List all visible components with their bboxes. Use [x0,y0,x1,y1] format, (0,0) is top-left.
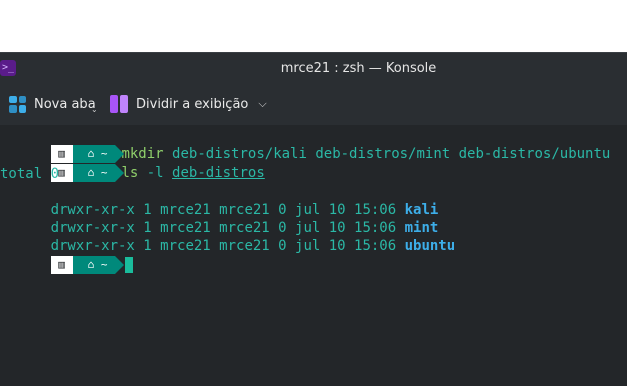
chevron-down-icon[interactable]: ⌵ [258,97,266,111]
toolbar: Nova aba ⌄ Dividir a exibição ⌵ [0,83,627,125]
command-path: deb-distros [172,165,265,181]
entry-name: ubuntu [404,238,456,254]
konsole-window: >_ mrce21 : zsh — Konsole Nova aba ⌄ Div… [0,52,627,386]
title-bar[interactable]: >_ mrce21 : zsh — Konsole [0,52,627,84]
list-item: drwxr-xr-x 1 mrce21 mrce21 0 jul 10 15:0… [0,201,439,236]
new-tab-button[interactable]: Nova aba [9,92,96,116]
new-tab-label: Nova aba [34,96,96,112]
list-item: drwxr-xr-x 1 mrce21 mrce21 0 jul 10 15:0… [0,183,439,218]
prompt: ▥ ⌂ ~ [50,164,125,182]
os-logo-icon: ▥ [50,256,82,274]
terminal-line: ▥ ⌂ ~ mkdir deb-distros/kali deb-distros… [0,127,610,163]
terminal-line: ▥ ⌂ ~ [0,238,134,274]
prompt-dir: ⌂ ~ [72,164,125,182]
split-view-label: Dividir a exibição [136,96,249,112]
terminal-line: ▥ ⌂ ~ ls -l deb-distros [0,146,265,182]
total-line: total 0 [0,166,60,182]
prompt: ▥ ⌂ ~ [50,256,125,274]
text-cursor [125,257,134,273]
window-title: mrce21 : zsh — Konsole [280,61,437,76]
terminal-output[interactable]: ▥ ⌂ ~ mkdir deb-distros/kali deb-distros… [0,125,627,386]
prompt-dir: ⌂ ~ [72,256,125,274]
split-view-icon [110,95,128,113]
new-tab-menu-chevron-icon[interactable]: ⌄ [91,105,98,114]
split-view-button[interactable]: Dividir a exibição ⌵ [110,92,267,116]
list-item: drwxr-xr-x 1 mrce21 mrce21 0 jul 10 15:0… [0,219,456,254]
new-tab-icon [9,95,26,113]
command-flag: -l [146,165,164,181]
